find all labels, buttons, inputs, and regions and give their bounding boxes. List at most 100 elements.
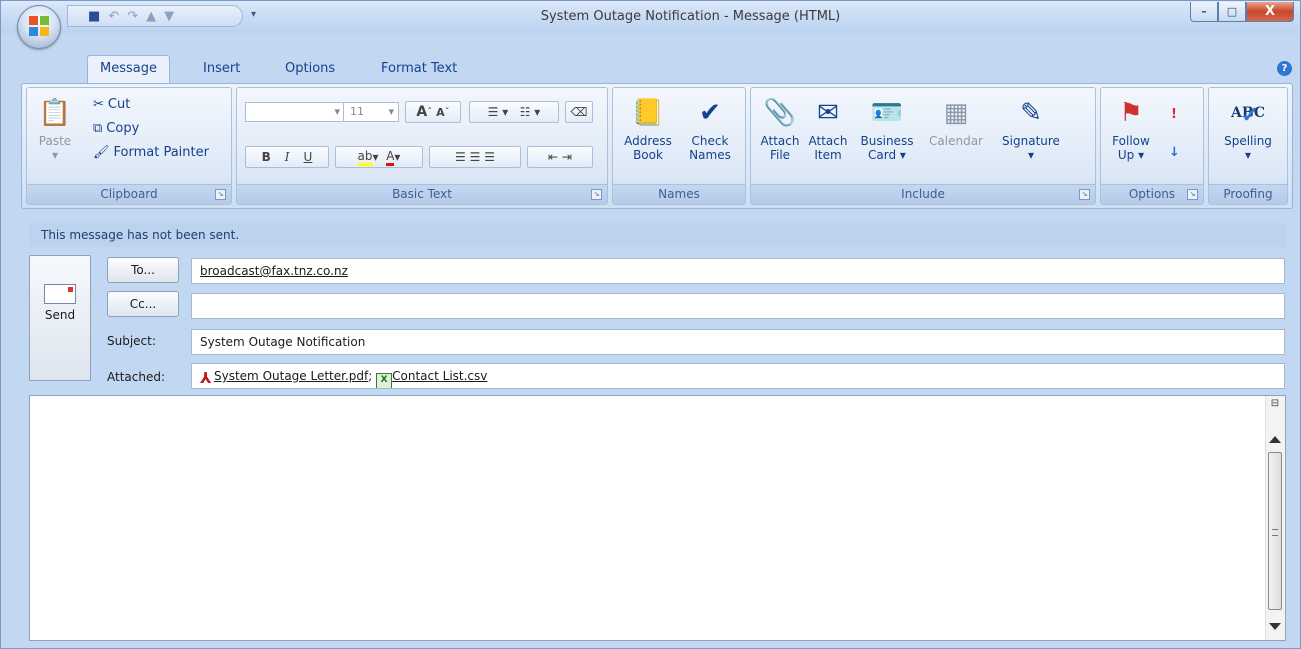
business-card-label-1: Business	[860, 134, 914, 148]
follow-up-label-1: Follow	[1112, 134, 1150, 148]
grow-shrink-font-button[interactable]: Aˆ Aˇ	[405, 101, 461, 123]
group-label-names: Names	[613, 184, 745, 204]
scroll-thumb[interactable]	[1268, 452, 1282, 610]
business-card-icon: 🪪	[870, 98, 904, 128]
list-buttons[interactable]: ☰ ▾ ☷ ▾	[469, 101, 559, 123]
scroll-up-icon[interactable]	[1269, 436, 1281, 443]
follow-up-button[interactable]: ⚑ Follow Up ▾	[1105, 96, 1157, 162]
font-size-value: 11	[350, 105, 364, 118]
clear-formatting-icon[interactable]: ⌫	[565, 101, 593, 123]
envelope-icon: ✉	[817, 98, 839, 128]
format-painter-button[interactable]: 🖌 Format Painter	[93, 142, 209, 162]
indent-buttons[interactable]: ⇤ ⇥	[527, 146, 593, 168]
group-label-include: Include	[751, 184, 1095, 204]
cc-button[interactable]: Cc...	[107, 291, 179, 317]
cut-button[interactable]: ✂ Cut	[93, 94, 130, 114]
attachment-separator: ;	[368, 369, 373, 383]
ribbon: 📋 Paste ▾ ✂ Cut ⧉ Copy 🖌 Format Painter C…	[21, 83, 1293, 209]
calendar-label: Calendar	[929, 134, 983, 148]
info-bar: This message has not been sent.	[29, 223, 1286, 247]
view-ruler-icon[interactable]: ⊟	[1268, 398, 1282, 416]
copy-icon: ⧉	[93, 120, 103, 136]
address-book-label-1: Address	[624, 134, 672, 148]
signature-button[interactable]: ✎ Signature ▾	[995, 96, 1067, 162]
business-card-label-2: Card ▾	[868, 148, 906, 162]
underline-button[interactable]: U	[304, 150, 313, 164]
font-size-box[interactable]: 11 ▾	[343, 102, 399, 122]
attach-file-button[interactable]: 📎 Attach File	[757, 96, 803, 162]
tab-insert[interactable]: Insert	[203, 57, 240, 81]
to-field[interactable]: broadcast@fax.tnz.co.nz	[191, 258, 1285, 284]
signature-pen-icon: ✎	[1020, 98, 1042, 128]
attachment-csv[interactable]: Contact List.csv	[392, 369, 487, 383]
paste-label: Paste	[38, 134, 72, 148]
subject-label: Subject:	[107, 334, 156, 348]
outlook-message-window: ■ ↶ ↷ ▲ ▼ ▾ System Outage Notification -…	[0, 0, 1301, 649]
group-label-basic-text: Basic Text	[237, 184, 607, 204]
copy-button[interactable]: ⧉ Copy	[93, 118, 139, 138]
dialog-launcher-icon[interactable]: ↘	[215, 189, 226, 200]
tab-message[interactable]: Message	[87, 55, 170, 83]
red-flag-icon: ⚑	[1119, 98, 1143, 128]
attach-file-label-2: File	[769, 148, 791, 162]
highlight-color-buttons[interactable]: ab ▾ A ▾	[335, 146, 423, 168]
paste-button[interactable]: 📋 Paste ▾	[35, 96, 75, 162]
pdf-file-icon: ⅄	[200, 369, 212, 387]
address-book-button[interactable]: 📒 Address Book	[619, 96, 677, 162]
cut-label: Cut	[107, 96, 131, 112]
group-include: 📎 Attach File ✉ Attach Item 🪪 Business C…	[750, 87, 1096, 205]
group-label-proofing: Proofing	[1209, 184, 1287, 204]
italic-button[interactable]: I	[285, 150, 290, 164]
font-style-buttons: B I U	[245, 146, 329, 168]
attachment-pdf[interactable]: System Outage Letter.pdf	[214, 369, 368, 383]
attach-item-button[interactable]: ✉ Attach Item	[805, 96, 851, 162]
business-card-button[interactable]: 🪪 Business Card ▾	[855, 96, 919, 162]
minimize-button[interactable]: –	[1190, 2, 1218, 22]
scroll-down-icon[interactable]	[1269, 623, 1281, 630]
alignment-buttons[interactable]: ☰ ☰ ☰	[429, 146, 521, 168]
send-label: Send	[44, 308, 76, 322]
paperclip-icon: 📎	[763, 98, 797, 128]
paste-icon: 📋	[38, 98, 72, 128]
signature-label: Signature	[1002, 134, 1060, 148]
spelling-button[interactable]: ABC ✓ Spelling ▾	[1215, 96, 1281, 162]
spelling-label: Spelling	[1224, 134, 1272, 148]
high-importance-icon[interactable]: !	[1171, 104, 1177, 124]
message-body[interactable]: ⊟	[29, 395, 1286, 641]
cc-field[interactable]	[191, 293, 1285, 319]
window-title: System Outage Notification - Message (HT…	[540, 9, 841, 24]
send-envelope-icon	[44, 284, 76, 304]
tab-format-text[interactable]: Format Text	[381, 57, 457, 81]
attach-file-label-1: Attach	[760, 134, 800, 148]
to-button[interactable]: To...	[107, 257, 179, 283]
tab-options[interactable]: Options	[285, 57, 335, 81]
font-name-box[interactable]: ▾	[245, 102, 345, 122]
bold-button[interactable]: B	[262, 150, 271, 164]
group-basic-text: ▾ 11 ▾ Aˆ Aˇ ☰ ▾ ☷ ▾ ⌫ B I U ab ▾ A ▾ ☰ ☰…	[236, 87, 608, 205]
spelling-check-icon: ABC ✓	[1230, 102, 1266, 128]
calendar-button[interactable]: ▦ Calendar	[921, 96, 991, 148]
to-recipient[interactable]: broadcast@fax.tnz.co.nz	[200, 264, 348, 278]
maximize-button[interactable]: □	[1218, 2, 1246, 22]
vertical-scrollbar[interactable]: ⊟	[1265, 396, 1285, 640]
dialog-launcher-icon[interactable]: ↘	[591, 189, 602, 200]
group-label-clipboard: Clipboard	[27, 184, 231, 204]
check-names-button[interactable]: ✔ Check Names	[681, 96, 739, 162]
attach-item-label-2: Item	[814, 148, 842, 162]
follow-up-label-2: Up ▾	[1117, 148, 1145, 162]
ribbon-tabs: Message Insert Options Format Text ?	[1, 53, 1300, 83]
format-painter-label: Format Painter	[113, 144, 209, 160]
attach-item-label-1: Attach	[808, 134, 848, 148]
subject-field[interactable]: System Outage Notification	[191, 329, 1285, 355]
group-options: ⚑ Follow Up ▾ ! ↓ Options ↘	[1100, 87, 1204, 205]
help-icon[interactable]: ?	[1277, 61, 1292, 76]
attachments-field: ⅄ System Outage Letter.pdf; X Contact List…	[191, 363, 1285, 389]
office-logo-icon	[29, 16, 49, 36]
close-button[interactable]: X	[1246, 2, 1294, 22]
scissors-icon: ✂	[93, 96, 104, 112]
send-button[interactable]: Send	[29, 255, 91, 381]
low-importance-icon[interactable]: ↓	[1169, 142, 1180, 162]
dialog-launcher-icon[interactable]: ↘	[1079, 189, 1090, 200]
dialog-launcher-icon[interactable]: ↘	[1187, 189, 1198, 200]
office-button[interactable]	[17, 5, 61, 49]
